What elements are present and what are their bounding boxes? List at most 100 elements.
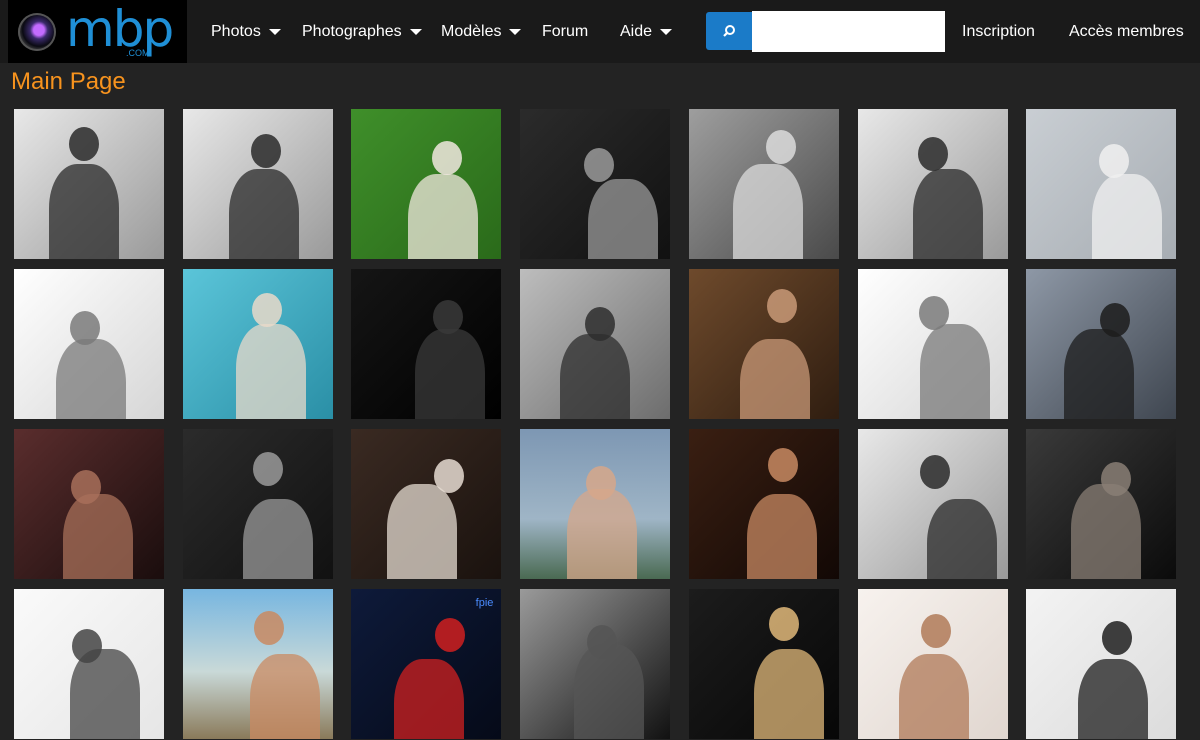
chevron-down-icon (660, 28, 673, 35)
photo-subject-head (1102, 621, 1133, 655)
photo-subject-head (1101, 462, 1132, 496)
photo-subject-body (732, 164, 803, 259)
gallery-photo[interactable] (688, 269, 839, 419)
photo-subject-body (1078, 659, 1149, 739)
photo-watermark-label: fpie (475, 597, 494, 609)
gallery-photo[interactable] (182, 269, 333, 419)
gallery-photo[interactable] (1026, 589, 1177, 739)
nav-forum-label: Forum (542, 23, 589, 40)
photo-subject-head (434, 459, 465, 493)
nav-help-label: Aide (620, 23, 653, 40)
search-icon (723, 25, 735, 37)
photo-subject-body (1064, 329, 1135, 419)
photo-subject-body (56, 339, 126, 419)
signup-link[interactable]: Inscription (962, 0, 1035, 63)
gallery-photo[interactable] (857, 269, 1008, 419)
photo-subject-head (586, 466, 617, 500)
nav-models[interactable]: Modèles (441, 0, 522, 63)
photo-subject-head (917, 137, 948, 171)
chevron-down-icon (409, 28, 422, 35)
logo-domain: .COM (126, 48, 150, 58)
gallery-photo[interactable] (351, 429, 502, 579)
photo-subject-head (252, 452, 283, 486)
gallery-photo[interactable] (857, 429, 1008, 579)
gallery-photo[interactable] (14, 429, 164, 579)
photo-subject-body (912, 169, 983, 259)
gallery-photo[interactable] (520, 269, 671, 419)
gallery-photo[interactable] (182, 429, 333, 579)
photo-subject-body (1092, 174, 1163, 259)
photo-subject-body (926, 499, 997, 579)
photo-subject-body (415, 329, 486, 419)
photo-subject-head (435, 618, 466, 652)
photo-subject-head (584, 148, 615, 182)
photo-subject-body (746, 494, 817, 579)
gallery-photo[interactable] (520, 109, 671, 259)
photo-subject-body (567, 489, 638, 579)
nav-help[interactable]: Aide (620, 0, 673, 63)
photo-subject-body (408, 174, 479, 259)
search-button[interactable] (706, 12, 752, 50)
gallery-photo[interactable] (14, 269, 164, 419)
gallery-photo[interactable] (1026, 269, 1177, 419)
gallery-photo[interactable] (688, 589, 839, 739)
photo-subject-head (432, 141, 463, 175)
gallery-photo[interactable] (351, 269, 502, 419)
nav-forum[interactable]: Forum (542, 0, 588, 63)
photo-subject-body (242, 499, 313, 579)
photo-subject-body (235, 324, 306, 419)
photo-subject-body (1071, 484, 1142, 579)
photo-subject-head (765, 130, 796, 164)
gallery-photo[interactable] (351, 109, 502, 259)
photo-subject-body (739, 339, 810, 419)
gallery-photo[interactable] (182, 109, 333, 259)
photo-subject-body (898, 654, 969, 739)
gallery-photo[interactable] (1026, 109, 1177, 259)
photo-subject-body (753, 649, 824, 739)
photo-subject-head (72, 629, 102, 663)
photo-subject-body (387, 484, 458, 579)
photo-subject-body (249, 654, 320, 739)
photo-subject-head (1099, 144, 1130, 178)
photo-subject-body (560, 334, 631, 419)
nav-photographers[interactable]: Photographes (302, 0, 422, 63)
members-login-link[interactable]: Accès membres (1069, 0, 1184, 63)
gallery-photo[interactable] (520, 589, 671, 739)
photo-subject-body (394, 659, 465, 739)
gallery-photo[interactable] (688, 109, 839, 259)
photo-subject-head (768, 607, 799, 641)
photo-subject-head (1100, 303, 1131, 337)
gallery-photo[interactable] (857, 589, 1008, 739)
photo-subject-head (587, 625, 618, 659)
gallery-photo[interactable] (14, 589, 164, 739)
nav-photos-label: Photos (211, 23, 261, 40)
photo-subject-body (228, 169, 299, 259)
photo-subject-head (920, 614, 951, 648)
site-logo[interactable]: mbp .COM (8, 0, 187, 63)
search-input[interactable] (752, 11, 945, 52)
photo-subject-head (767, 448, 798, 482)
gallery-photo[interactable] (688, 429, 839, 579)
photo-subject-body (63, 494, 133, 579)
photo-subject-body (70, 649, 140, 739)
nav-models-label: Modèles (441, 23, 502, 40)
page-title: Main Page (11, 68, 126, 95)
gallery-photo[interactable] (1026, 429, 1177, 579)
photo-subject-body (49, 164, 119, 259)
gallery-photo[interactable] (182, 589, 333, 739)
photo-subject-head (766, 289, 797, 323)
gallery-photo[interactable] (857, 109, 1008, 259)
nav-photos[interactable]: Photos (211, 0, 281, 63)
chevron-down-icon (509, 28, 522, 35)
photo-subject-head (918, 296, 949, 330)
camera-lens-icon (18, 13, 56, 51)
photo-subject-head (919, 455, 950, 489)
gallery-photo[interactable] (520, 429, 671, 579)
photo-subject-head (253, 611, 284, 645)
photo-subject-head (585, 307, 616, 341)
gallery-photo[interactable] (14, 109, 164, 259)
photo-subject-body (574, 644, 645, 739)
photo-subject-body (588, 179, 659, 259)
gallery-photo[interactable]: fpie (351, 589, 502, 739)
logo-text: mbp (66, 0, 174, 58)
